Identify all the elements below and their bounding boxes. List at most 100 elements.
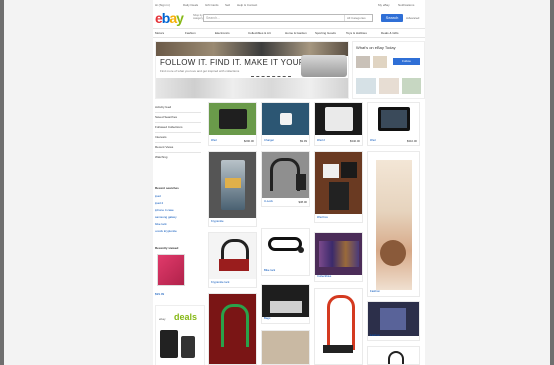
ebay-page: Hi (Sign in) Daily Deals Gift Cards Sell…: [153, 0, 425, 365]
product-image: [262, 229, 309, 267]
feature-thumb[interactable]: [356, 78, 376, 94]
product-caption: Fashion: [370, 333, 380, 337]
advanced-link[interactable]: Advanced: [406, 16, 419, 20]
recently-viewed-thumb[interactable]: [157, 254, 185, 286]
feature-thumb[interactable]: [373, 56, 387, 68]
product-tile[interactable]: Bike lock: [261, 228, 310, 276]
recent-search-link[interactable]: ipad 2: [155, 201, 163, 205]
recently-viewed-title: Recently viewed: [155, 246, 179, 250]
product-image: [262, 285, 309, 317]
nav-item-sporting[interactable]: Sporting Goods: [315, 31, 336, 35]
banner-car-image: [301, 55, 347, 77]
nav-item-home[interactable]: Home & Garden: [285, 31, 307, 35]
sidebar-item-activity[interactable]: Activity feed: [155, 105, 201, 109]
feature-thumb[interactable]: [402, 78, 421, 94]
search-button[interactable]: Search: [381, 14, 403, 22]
banner-subtext: Find more of what you love and get inspi…: [160, 69, 240, 73]
product-image: [315, 289, 362, 364]
product-price: $340.00: [349, 139, 360, 143]
ebay-logo[interactable]: ebay: [155, 11, 184, 25]
signin-link[interactable]: Hi (Sign in): [155, 3, 170, 7]
sidebar-divider: [155, 132, 201, 133]
recent-search-link[interactable]: iphone 4 case: [155, 208, 174, 212]
product-tile[interactable]: [367, 346, 420, 365]
banner-headline: FOLLOW IT. FIND IT. MAKE IT YOURS.: [160, 58, 314, 67]
product-caption: Collectibles: [317, 274, 332, 278]
deals-word: deals: [174, 312, 198, 322]
product-image: [209, 294, 256, 364]
product-image: [209, 152, 256, 218]
sidebar-item-watching[interactable]: Watching: [155, 155, 201, 159]
follow-button[interactable]: Follow: [393, 58, 420, 65]
banner-photo-strip: [156, 42, 348, 56]
product-tile[interactable]: Kryptonite lock: [208, 232, 257, 288]
product-caption: Kryptonite: [211, 219, 224, 223]
nav-item-electronics[interactable]: Electronics: [215, 31, 230, 35]
recent-searches-title: Recent searches: [155, 186, 179, 190]
product-tile[interactable]: iPad $310.00: [367, 102, 420, 146]
product-tile[interactable]: iPad box: [314, 151, 363, 223]
sidebar-item-collections[interactable]: Followed Collections: [155, 125, 201, 129]
notifications-link[interactable]: Notifications: [398, 3, 414, 7]
search-placeholder: Search...: [206, 16, 221, 20]
sell-link[interactable]: Sell: [225, 3, 230, 7]
product-tile[interactable]: [208, 293, 257, 365]
recent-search-link[interactable]: bike lock: [155, 222, 167, 226]
product-price: $38.00: [298, 200, 307, 204]
nav-item-fashion[interactable]: Fashion: [185, 31, 196, 35]
product-tile[interactable]: Bags: [261, 284, 310, 324]
nav-item-collectibles[interactable]: Collectibles & Art: [248, 31, 271, 35]
my-ebay-link[interactable]: My eBay: [378, 3, 390, 7]
recent-search-link[interactable]: u-lock kryptonite: [155, 229, 177, 233]
product-tile[interactable]: iPad 2 $340.00: [314, 102, 363, 146]
deals-ad[interactable]: ebay deals: [155, 305, 205, 365]
product-tile[interactable]: [261, 330, 310, 365]
gift-cards-link[interactable]: Gift Cards: [205, 3, 219, 7]
product-caption: iPad: [370, 138, 376, 142]
banner-divider: [251, 70, 291, 77]
recent-search-link[interactable]: ipad: [155, 194, 161, 198]
feature-title: What's on eBay Today: [356, 45, 396, 50]
product-tile[interactable]: Kryptonite: [208, 151, 257, 227]
daily-deals-link[interactable]: Daily Deals: [183, 3, 198, 7]
product-price: $290.00: [243, 139, 254, 143]
product-tile[interactable]: Collectibles: [314, 232, 363, 282]
product-tile[interactable]: iPad $290.00: [208, 102, 257, 146]
nav-item-toys[interactable]: Toys & Hobbies: [346, 31, 367, 35]
product-tile[interactable]: Charger $9.99: [261, 102, 310, 146]
sidebar-item-saved-searches[interactable]: Saved Searches: [155, 115, 201, 119]
search-input[interactable]: Search... All Categories: [203, 14, 373, 22]
feature-thumb[interactable]: [356, 56, 370, 68]
product-tile[interactable]: Fashion: [367, 151, 420, 297]
product-tile[interactable]: [314, 288, 363, 365]
product-image: [315, 233, 362, 275]
product-caption: iPad box: [317, 215, 328, 219]
deals-prefix: ebay: [159, 317, 166, 321]
sidebar-item-recent-views[interactable]: Recent Views: [155, 145, 201, 149]
product-caption: U-Lock: [264, 199, 273, 203]
sidebar-divider: [155, 152, 201, 153]
sidebar-divider: [155, 122, 201, 123]
sidebar-item-interests[interactable]: Interests: [155, 135, 201, 139]
product-image: [209, 233, 256, 279]
product-caption: iPad 2: [317, 138, 325, 142]
product-caption: Kryptonite lock: [211, 280, 230, 284]
promo-banner[interactable]: FOLLOW IT. FIND IT. MAKE IT YOURS. Find …: [155, 41, 349, 99]
sidebar-divider: [155, 142, 201, 143]
product-image: [368, 103, 419, 135]
browser-frame: Hi (Sign in) Daily Deals Gift Cards Sell…: [4, 0, 550, 365]
help-link[interactable]: Help & Contact: [237, 3, 257, 7]
nav-item-deals[interactable]: Deals & Gifts: [381, 31, 399, 35]
product-price: $9.99: [300, 139, 307, 143]
product-price: $310.00: [406, 139, 417, 143]
category-select[interactable]: All Categories: [344, 15, 381, 21]
product-tile[interactable]: U-Lock $38.00: [261, 151, 310, 207]
feature-thumb[interactable]: [379, 78, 399, 94]
top-utility-bar: Hi (Sign in) Daily Deals Gift Cards Sell…: [153, 2, 425, 9]
product-image: [262, 152, 309, 198]
nav-item-motors[interactable]: Motors: [155, 31, 164, 35]
product-caption: Fashion: [370, 289, 380, 293]
product-tile[interactable]: Fashion: [367, 301, 420, 341]
whats-on-ebay-panel: What's on eBay Today Follow: [352, 41, 425, 99]
recent-search-link[interactable]: samsung galaxy: [155, 215, 177, 219]
